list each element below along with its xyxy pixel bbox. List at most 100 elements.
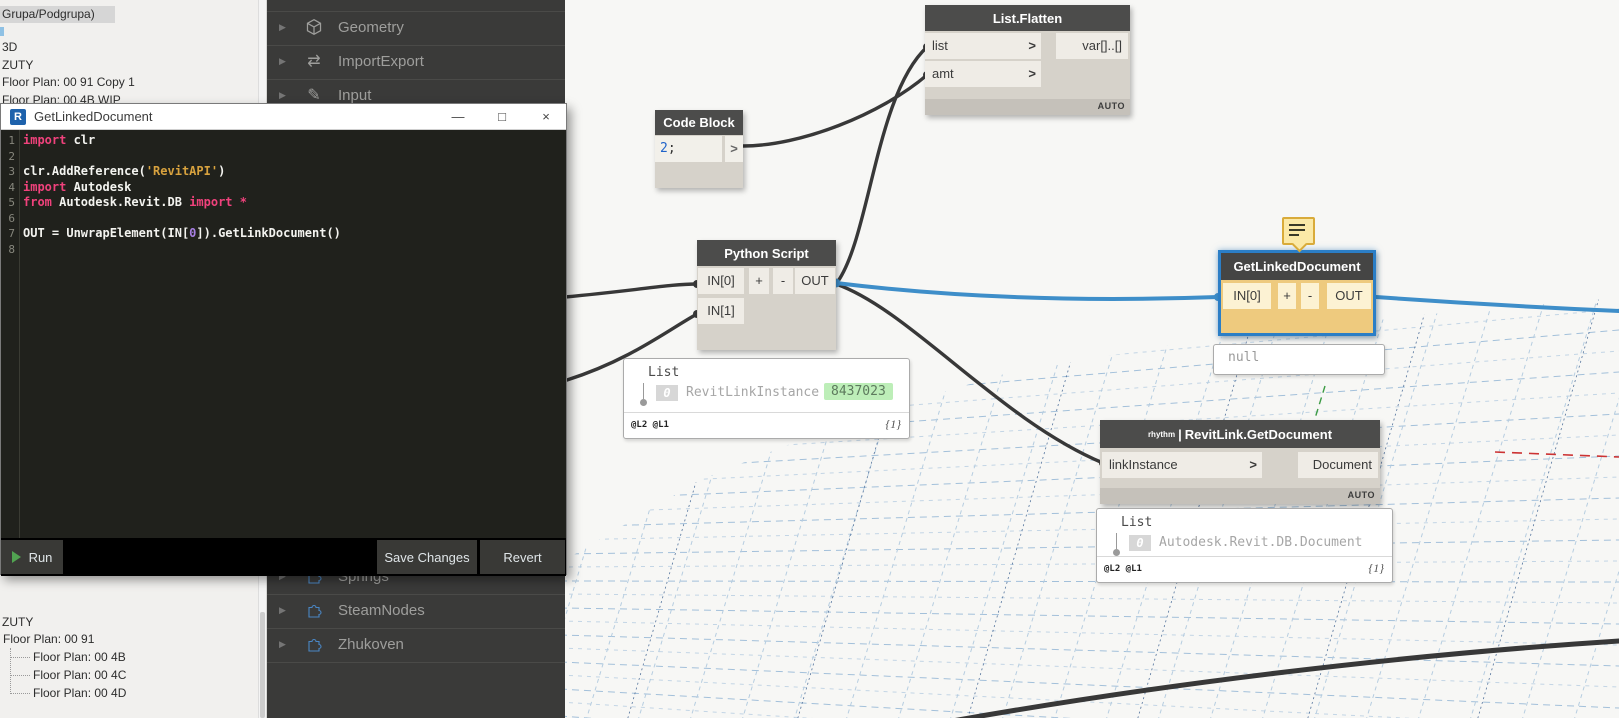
library-item-importexport[interactable]: ▶ ⇄ ImportExport (266, 45, 565, 79)
tree-line (10, 675, 30, 676)
preview-bubble-null[interactable]: null (1213, 344, 1385, 375)
line-number: 7 (8, 227, 15, 240)
code-block-expression[interactable]: 2; (655, 136, 722, 162)
node-title[interactable]: Python Script (697, 240, 836, 266)
node-get-linked-document[interactable]: GetLinkedDocument IN[0] + - OUT (1218, 250, 1376, 336)
package-icon (304, 601, 324, 621)
code-block-value: 2 (660, 141, 668, 156)
bubble-footer: @L2 @L1 {1} (624, 412, 909, 438)
note-icon[interactable] (1282, 217, 1315, 253)
node-list-flatten[interactable]: List.Flatten list > amt > var[]..[] AUTO (925, 5, 1130, 115)
wire-into-python-in0[interactable] (563, 282, 699, 299)
tree-line (10, 657, 30, 658)
chevron-right-icon[interactable]: > (1249, 452, 1257, 478)
node-python-script[interactable]: Python Script IN[0] + - OUT IN[1] (697, 240, 836, 350)
browser-group[interactable]: ZUTY (2, 615, 33, 629)
port-output[interactable]: > (725, 136, 743, 162)
library-item-label: SteamNodes (338, 602, 425, 619)
line-number: 3 (8, 165, 15, 178)
save-changes-button[interactable]: Save Changes (377, 540, 477, 574)
wire-python-to-getlinked-selected[interactable] (834, 281, 1220, 301)
lacing-strip: AUTO (1100, 488, 1380, 504)
maximize-button[interactable]: □ (490, 106, 514, 127)
revert-button[interactable]: Revert (480, 540, 565, 574)
port-document[interactable]: Document (1298, 452, 1378, 478)
browser-item-parent[interactable]: Floor Plan: 00 91 (3, 632, 94, 646)
count-label: {1} (1368, 561, 1384, 575)
tree-line (10, 648, 11, 694)
wire-python-to-flatten-list[interactable] (834, 45, 929, 286)
editor-bottom-bar: Run Save Changes Revert (1, 538, 566, 576)
node-title[interactable]: GetLinkedDocument (1221, 253, 1373, 280)
wire-getlinked-out[interactable] (1374, 295, 1619, 313)
expander-icon[interactable]: ▶ (279, 639, 286, 650)
expander-icon[interactable]: ▶ (279, 56, 286, 67)
editor-title: GetLinkedDocument (34, 109, 153, 124)
levels-label: @L2 @L1 (1104, 564, 1142, 574)
code-block-terminator: ; (667, 141, 676, 156)
browser-item-child[interactable]: Floor Plan: 00 4D (33, 686, 126, 700)
browser-item-selected[interactable]: Grupa/Podgrupa) (0, 6, 115, 23)
expander-icon[interactable]: ▶ (279, 605, 286, 616)
node-title[interactable]: List.Flatten (925, 5, 1130, 31)
item-type: Autodesk.Revit.DB.Document (1159, 535, 1363, 550)
package-prefix: rhythm (1147, 429, 1176, 439)
chevron-right-icon[interactable]: > (1028, 61, 1036, 87)
browser-item-child[interactable]: Floor Plan: 00 4C (33, 668, 126, 682)
remove-input-button[interactable]: - (1301, 283, 1319, 309)
index-badge: 0 (1129, 535, 1151, 551)
scrollbar-thumb[interactable] (260, 612, 265, 718)
wire-bottom-edge[interactable] (930, 638, 1619, 718)
port-amt[interactable]: amt > (925, 61, 1041, 87)
python-editor-window: R GetLinkedDocument — □ × 1 import clr 2 … (0, 103, 567, 576)
import-export-icon: ⇄ (307, 53, 321, 70)
library-item-steamnodes[interactable]: ▶ SteamNodes (266, 594, 565, 628)
port-out[interactable]: OUT (795, 268, 835, 294)
index-badge: 0 (656, 385, 678, 401)
port-label: linkInstance (1109, 457, 1178, 472)
line-number: 4 (8, 180, 15, 194)
port-out[interactable]: OUT (1327, 283, 1371, 309)
node-title[interactable]: Code Block (655, 110, 743, 135)
preview-bubble-rhythm[interactable]: List 0 Autodesk.Revit.DB.Document @L2 @L… (1096, 508, 1393, 583)
bubble-footer: @L2 @L1 {1} (1097, 556, 1392, 582)
run-button[interactable]: Run (1, 540, 63, 574)
element-id-badge[interactable]: 8437023 (824, 383, 893, 400)
node-revitlink-getdocument[interactable]: rhythm | RevitLink.GetDocument linkInsta… (1100, 420, 1380, 504)
expander-icon[interactable]: ▶ (279, 90, 286, 101)
cube-icon (304, 18, 324, 38)
chevron-right-icon[interactable]: > (1028, 33, 1036, 59)
code-editor-area[interactable]: 1 import clr 2 3 clr.AddReference('RevitAP… (1, 130, 566, 538)
tree-guide-dot (1113, 549, 1120, 556)
browser-item-child[interactable]: Floor Plan: 00 4B (33, 650, 126, 664)
port-in0[interactable]: IN[0] (1223, 283, 1271, 309)
port-list[interactable]: list > (925, 33, 1041, 59)
remove-input-button[interactable]: - (773, 268, 793, 294)
library-item-geometry[interactable]: ▶ Geometry (266, 11, 565, 45)
browser-item-3d[interactable]: 3D (2, 40, 17, 54)
list-root-label: List (1121, 515, 1153, 530)
preview-bubble-python[interactable]: List 0 RevitLinkInstance 8437023 @L2 @L1… (623, 358, 910, 439)
package-icon (304, 635, 324, 655)
library-item-zhukoven[interactable]: ▶ Zhukoven (266, 628, 565, 662)
node-title[interactable]: rhythm | RevitLink.GetDocument (1100, 420, 1380, 448)
minimize-button[interactable]: — (446, 106, 470, 127)
editor-titlebar[interactable]: R GetLinkedDocument — □ × (1, 104, 566, 130)
port-output[interactable]: var[]..[] (1056, 33, 1128, 59)
port-in1[interactable]: IN[1] (698, 298, 744, 324)
browser-item-zuty[interactable]: ZUTY (2, 58, 33, 72)
tree-guide (643, 383, 644, 399)
node-code-block[interactable]: Code Block 2; > (655, 110, 743, 188)
line-number: 1 (8, 134, 15, 147)
library-item-label: Geometry (338, 19, 404, 36)
port-linkinstance[interactable]: linkInstance > (1102, 452, 1262, 478)
browser-item-floorplan[interactable]: Floor Plan: 00 91 Copy 1 (2, 75, 135, 89)
levels-label: @L2 @L1 (631, 420, 669, 430)
add-input-button[interactable]: + (1278, 283, 1296, 309)
lacing-badge: AUTO (1097, 101, 1125, 111)
port-label: amt (932, 66, 954, 81)
expander-icon[interactable]: ▶ (279, 22, 286, 33)
add-input-button[interactable]: + (749, 268, 769, 294)
close-button[interactable]: × (534, 106, 558, 127)
port-in0[interactable]: IN[0] (698, 268, 744, 294)
